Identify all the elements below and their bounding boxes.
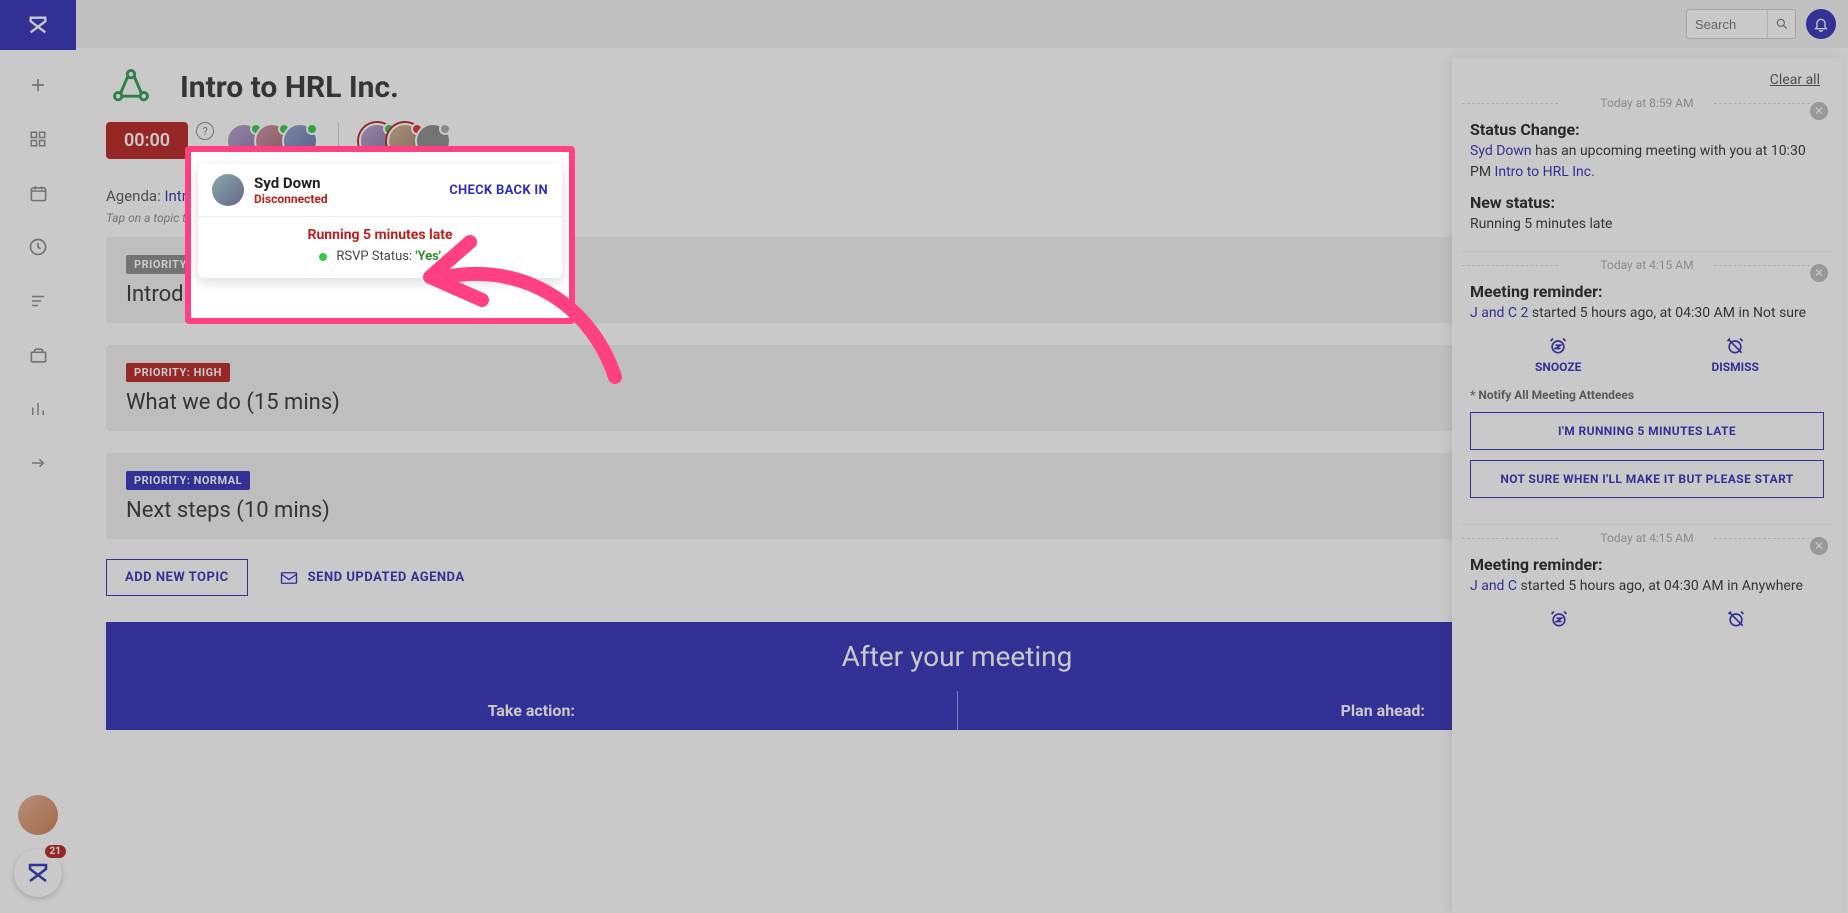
popover-name: Syd Down xyxy=(254,174,328,192)
calendar-icon[interactable] xyxy=(27,182,49,204)
brand-badge[interactable]: 21 xyxy=(14,849,62,897)
dismiss-icon xyxy=(1725,336,1745,356)
chart-icon[interactable] xyxy=(27,398,49,420)
priority-badge: PRIORITY: NORMAL xyxy=(126,471,250,490)
snooze-icon xyxy=(1549,609,1569,629)
status-dot-icon xyxy=(319,253,327,261)
archive-icon[interactable] xyxy=(27,344,49,366)
notification-item: ✕ Status Change: Syd Down has an upcomin… xyxy=(1462,120,1832,247)
notification-timestamp: Today at 4:15 AM xyxy=(1462,531,1832,545)
notification-link[interactable]: Syd Down xyxy=(1470,143,1532,159)
app-logo[interactable] xyxy=(0,0,76,50)
notification-link[interactable]: J and C 2 xyxy=(1470,305,1528,321)
notification-timestamp: Today at 8:59 AM xyxy=(1462,96,1832,110)
running-late-button[interactable]: I'M RUNNING 5 MINUTES LATE xyxy=(1470,412,1824,450)
send-agenda-button[interactable]: SEND UPDATED AGENDA xyxy=(278,569,465,587)
notification-item: ✕ Meeting reminder: J and C started 5 ho… xyxy=(1462,555,1832,641)
not-sure-button[interactable]: NOT SURE WHEN I'LL MAKE IT BUT PLEASE ST… xyxy=(1470,460,1824,498)
clock-icon[interactable] xyxy=(27,236,49,258)
notifications-button[interactable] xyxy=(1806,9,1836,39)
popover-status: Disconnected xyxy=(254,192,328,206)
take-action-col: Take action: xyxy=(106,691,957,730)
notify-all-label: * Notify All Meeting Attendees xyxy=(1470,388,1824,402)
user-avatar[interactable] xyxy=(18,795,58,835)
sidebar: 21 xyxy=(0,0,76,913)
notification-timestamp: Today at 4:15 AM xyxy=(1462,258,1832,272)
add-topic-button[interactable]: ADD NEW TOPIC xyxy=(106,559,248,596)
timer: 00:00 xyxy=(106,122,188,159)
notification-title: Status Change: xyxy=(1470,120,1824,139)
snooze-icon xyxy=(1548,336,1568,356)
notification-subtitle: New status: xyxy=(1470,193,1824,212)
search-icon[interactable] xyxy=(1767,10,1795,38)
close-icon[interactable]: ✕ xyxy=(1810,102,1828,120)
meeting-type-icon xyxy=(106,62,156,112)
notification-title: Meeting reminder: xyxy=(1470,555,1824,574)
notification-item: ✕ Meeting reminder: J and C 2 started 5 … xyxy=(1462,282,1832,520)
check-back-in-button[interactable]: CHECK BACK IN xyxy=(449,183,548,198)
notification-link[interactable]: J and C xyxy=(1470,578,1517,594)
attendee-popover-highlight: Syd Down Disconnected CHECK BACK IN Runn… xyxy=(185,146,575,324)
popover-avatar xyxy=(212,174,244,206)
popover-late-message: Running 5 minutes late xyxy=(212,227,548,243)
dismiss-button[interactable] xyxy=(1726,609,1746,629)
priority-badge: PRIORITY: HIGH xyxy=(126,363,230,382)
search-input[interactable] xyxy=(1687,17,1767,32)
notifications-panel: Clear all Today at 8:59 AM ✕ Status Chan… xyxy=(1452,58,1842,913)
page-title: Intro to HRL Inc. xyxy=(180,70,399,105)
notification-link[interactable]: Intro to HRL Inc. xyxy=(1495,164,1595,180)
snooze-button[interactable] xyxy=(1549,609,1569,629)
close-icon[interactable]: ✕ xyxy=(1810,537,1828,555)
arrow-icon[interactable] xyxy=(27,452,49,474)
notification-title: Meeting reminder: xyxy=(1470,282,1824,301)
add-icon[interactable] xyxy=(27,74,49,96)
close-icon[interactable]: ✕ xyxy=(1810,264,1828,282)
attendee-popover: Syd Down Disconnected CHECK BACK IN Runn… xyxy=(198,164,562,278)
dashboard-icon[interactable] xyxy=(27,128,49,150)
popover-rsvp: RSVP Status: 'Yes' xyxy=(212,249,548,264)
dismiss-icon xyxy=(1726,609,1746,629)
help-icon[interactable]: ? xyxy=(196,122,214,140)
dismiss-button[interactable]: DISMISS xyxy=(1711,336,1759,374)
notification-count-badge: 21 xyxy=(45,845,66,858)
envelope-icon xyxy=(278,569,300,587)
clear-all-link[interactable]: Clear all xyxy=(1462,72,1832,88)
snooze-button[interactable]: SNOOZE xyxy=(1535,336,1581,374)
list-icon[interactable] xyxy=(27,290,49,312)
topbar xyxy=(76,0,1848,48)
search-box xyxy=(1686,9,1796,39)
